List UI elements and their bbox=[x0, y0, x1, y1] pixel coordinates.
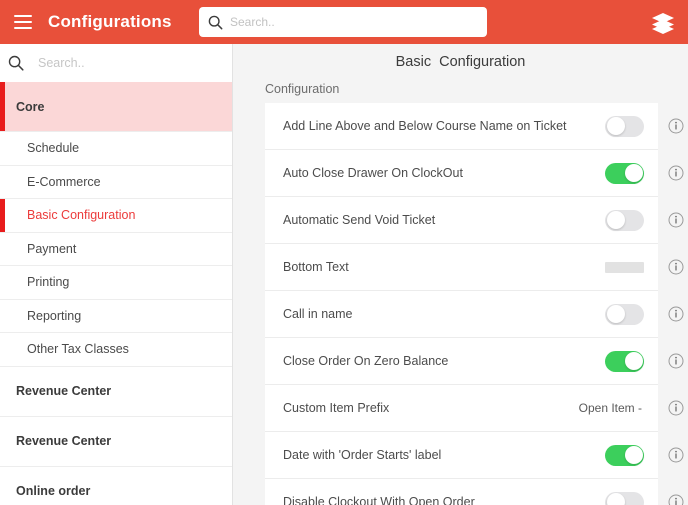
setting-label: Close Order On Zero Balance bbox=[283, 354, 449, 368]
sidebar-item-core[interactable]: Core bbox=[0, 82, 232, 132]
info-icon[interactable] bbox=[668, 494, 684, 505]
sidebar-menu-list: Core Schedule E-Commerce Basic Configuratio… bbox=[0, 82, 232, 505]
sidebar-item-printing[interactable]: Printing bbox=[0, 266, 232, 300]
toggle-knob bbox=[606, 493, 625, 505]
hamburger-bar bbox=[14, 27, 32, 29]
setting-row[interactable]: Auto Close Drawer On ClockOut bbox=[265, 150, 684, 197]
sidebar-search-input[interactable] bbox=[38, 53, 213, 73]
info-icon[interactable] bbox=[668, 259, 684, 275]
setting-label: Add Line Above and Below Course Name on … bbox=[283, 119, 567, 133]
sidebar-item-label: Revenue Center bbox=[16, 384, 112, 398]
setting-row[interactable]: Call in name bbox=[265, 291, 684, 338]
setting-row[interactable]: Bottom Text bbox=[265, 244, 684, 291]
sidebar-item-other-tax-classes[interactable]: Other Tax Classes bbox=[0, 333, 232, 367]
sidebar-item-label: Revenue Center bbox=[16, 434, 112, 448]
sidebar-item-e-commerce[interactable]: E-Commerce bbox=[0, 165, 232, 199]
setting-toggle[interactable] bbox=[605, 444, 644, 466]
setting-label: Call in name bbox=[283, 307, 353, 321]
toggle-knob bbox=[624, 446, 643, 464]
setting-value-placeholder[interactable] bbox=[605, 261, 644, 273]
setting-label: Auto Close Drawer On ClockOut bbox=[283, 166, 463, 180]
sidebar-item-label: Schedule bbox=[27, 141, 80, 156]
setting-toggle[interactable] bbox=[605, 209, 644, 231]
setting-row[interactable]: Custom Item Prefix Open Item - bbox=[265, 385, 684, 432]
setting-toggle[interactable] bbox=[605, 303, 644, 325]
sidebar-item-schedule[interactable]: Schedule bbox=[0, 132, 232, 166]
setting-label: Custom Item Prefix bbox=[283, 401, 390, 415]
sidebar-item-label: Core bbox=[16, 99, 45, 114]
info-icon[interactable] bbox=[668, 306, 684, 322]
sidebar-item-revenue-center[interactable]: Revenue Center bbox=[0, 416, 232, 467]
info-icon[interactable] bbox=[668, 165, 684, 181]
sidebar-item-label: Payment bbox=[27, 241, 77, 256]
toggle-knob bbox=[606, 211, 625, 229]
hamburger-bar bbox=[14, 21, 32, 23]
page-title: Configurations bbox=[48, 12, 172, 31]
main-content: Basic Configuration Configuration Add Li… bbox=[233, 44, 688, 505]
setting-row[interactable]: Automatic Send Void Ticket bbox=[265, 197, 684, 244]
sidebar-item-label: E-Commerce bbox=[27, 174, 101, 189]
sidebar-item-label: Online order bbox=[16, 484, 91, 498]
section-label: Configuration bbox=[265, 82, 340, 96]
config-page-title: Basic Configuration bbox=[395, 54, 526, 70]
sidebar-item-revenue-center[interactable]: Revenue Center bbox=[0, 366, 232, 417]
settings-row-list: Add Line Above and Below Course Name on … bbox=[233, 103, 688, 505]
sidebar-item-label: Printing bbox=[27, 275, 70, 290]
setting-label: Disable Clockout With Open Order bbox=[283, 495, 475, 505]
sidebar-item-payment[interactable]: Payment bbox=[0, 232, 232, 266]
setting-row[interactable]: Date with 'Order Starts' label bbox=[265, 432, 684, 479]
sidebar-item-label: Other Tax Classes bbox=[27, 342, 129, 357]
sidebar-item-online-order[interactable]: Online order bbox=[0, 466, 232, 505]
sidebar-item-label: Reporting bbox=[27, 308, 82, 323]
top-app-bar: Configurations bbox=[0, 0, 688, 44]
toggle-knob bbox=[606, 117, 625, 135]
hamburger-bar bbox=[14, 15, 32, 17]
setting-row[interactable]: Disable Clockout With Open Order bbox=[265, 479, 684, 505]
setting-label: Automatic Send Void Ticket bbox=[283, 213, 436, 227]
setting-toggle[interactable] bbox=[605, 350, 644, 372]
setting-toggle[interactable] bbox=[605, 162, 644, 184]
global-search-box[interactable] bbox=[199, 7, 487, 37]
setting-toggle[interactable] bbox=[605, 491, 644, 505]
sidebar-search-box[interactable] bbox=[0, 44, 232, 82]
info-icon[interactable] bbox=[668, 212, 684, 228]
setting-value-text: Open Item - bbox=[578, 401, 642, 415]
search-icon bbox=[208, 15, 223, 29]
sidebar: Core Schedule E-Commerce Basic Configuratio… bbox=[0, 44, 233, 505]
setting-label: Bottom Text bbox=[283, 260, 349, 274]
sidebar-item-accent-bar bbox=[0, 82, 5, 131]
setting-label: Date with 'Order Starts' label bbox=[283, 448, 442, 462]
global-search-input[interactable] bbox=[230, 12, 465, 32]
app-root: Configurations CoreScheduleE-Comm bbox=[0, 0, 688, 505]
setting-toggle[interactable] bbox=[605, 115, 644, 137]
info-icon[interactable] bbox=[668, 118, 684, 134]
info-icon[interactable] bbox=[668, 400, 684, 416]
toggle-knob bbox=[624, 164, 643, 182]
setting-row[interactable]: Close Order On Zero Balance bbox=[265, 338, 684, 385]
toggle-knob bbox=[624, 352, 643, 370]
setting-row[interactable]: Add Line Above and Below Course Name on … bbox=[265, 103, 684, 150]
layers-icon[interactable] bbox=[650, 10, 676, 34]
sidebar-item-reporting[interactable]: Reporting bbox=[0, 299, 232, 333]
info-icon[interactable] bbox=[668, 447, 684, 463]
search-icon bbox=[8, 55, 24, 71]
sidebar-item-basic-configuration[interactable]: Basic Configuration bbox=[0, 199, 232, 233]
hamburger-menu-icon[interactable] bbox=[14, 15, 32, 29]
info-icon[interactable] bbox=[668, 353, 684, 369]
toggle-knob bbox=[606, 305, 625, 323]
sidebar-item-label: Basic Configuration bbox=[27, 208, 136, 223]
sidebar-item-accent-bar bbox=[0, 199, 5, 232]
